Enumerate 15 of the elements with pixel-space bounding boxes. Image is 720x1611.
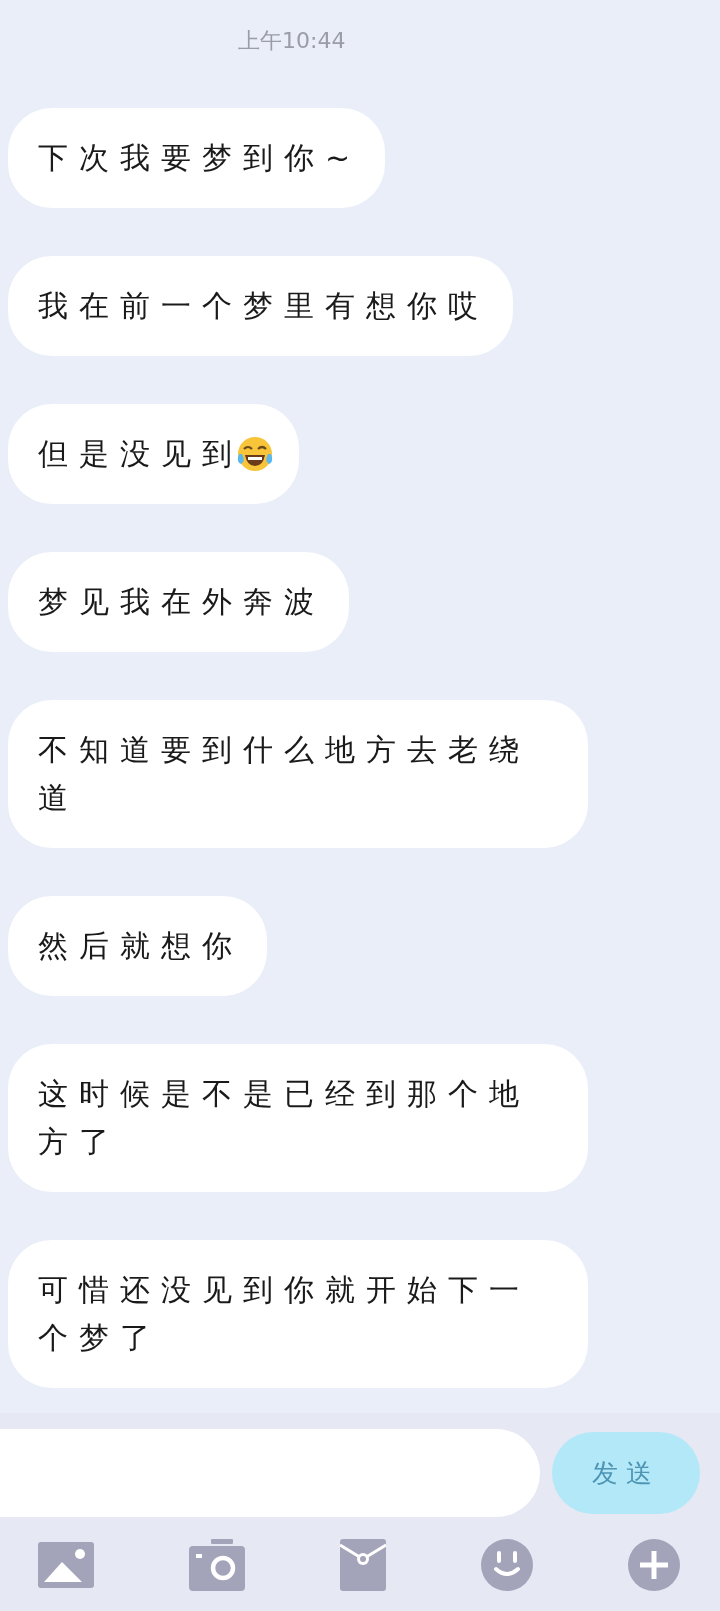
message-text: 然后就想你: [38, 927, 243, 965]
message-text: 但是没见到: [38, 435, 243, 473]
plus-icon[interactable]: [628, 1539, 680, 1591]
envelope-icon[interactable]: [340, 1539, 386, 1591]
image-icon[interactable]: [38, 1542, 94, 1588]
message-text: 下次我要梦到你~: [38, 139, 362, 177]
message-text: 不知道要到什么地方去老绕道: [38, 731, 531, 817]
message-text: 可惜还没见到你就开始下一个梦了: [38, 1271, 531, 1357]
camera-icon[interactable]: [189, 1539, 245, 1591]
message-input-field[interactable]: [0, 1429, 540, 1517]
message-text: 这时候是不是已经到那个地方了: [38, 1075, 531, 1161]
message-timestamp: 上午10:44: [237, 27, 347, 55]
message-text: 梦见我在外奔波: [38, 583, 325, 621]
smiley-icon[interactable]: [481, 1539, 533, 1591]
message-text: 我在前一个梦里有想你哎: [38, 287, 489, 325]
